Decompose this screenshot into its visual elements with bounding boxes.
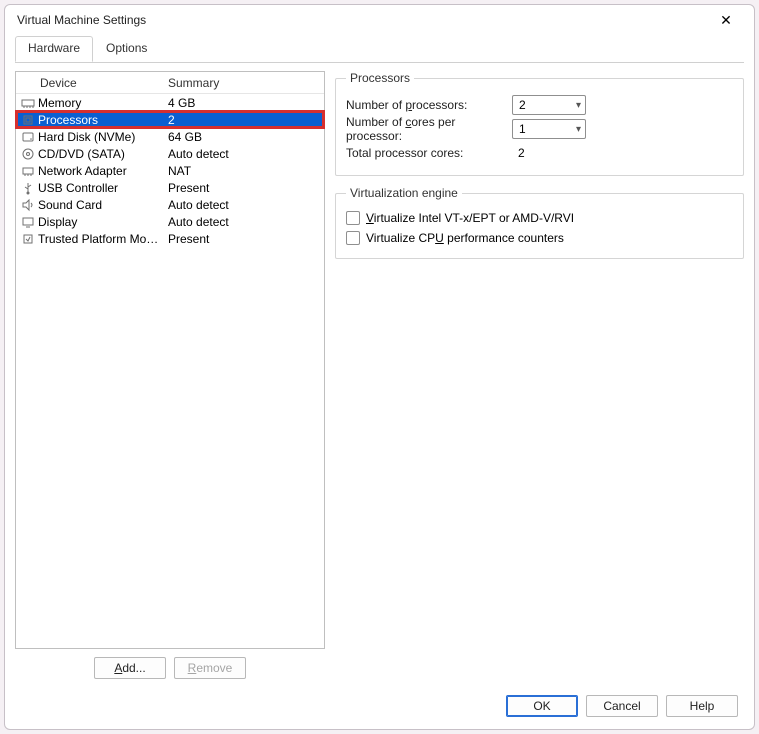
window-title: Virtual Machine Settings	[17, 13, 146, 27]
virtualization-group: Virtualization engine Virtualize Intel V…	[335, 186, 744, 259]
device-name: Sound Card	[36, 198, 164, 212]
vm-settings-window: Virtual Machine Settings ✕ Hardware Opti…	[4, 4, 755, 730]
memory-icon	[20, 96, 36, 110]
cancel-button[interactable]: Cancel	[586, 695, 658, 717]
device-summary: Auto detect	[164, 215, 324, 229]
remove-button[interactable]: Remove	[174, 657, 246, 679]
tab-hardware[interactable]: Hardware	[15, 36, 93, 62]
device-name: Hard Disk (NVMe)	[36, 130, 164, 144]
device-name: Display	[36, 215, 164, 229]
tpm-icon	[20, 232, 36, 246]
num-processors-value: 2	[519, 98, 526, 112]
device-row-display[interactable]: DisplayAuto detect	[16, 213, 324, 230]
device-name: Trusted Platform Mo…	[36, 232, 164, 246]
disc-icon	[20, 147, 36, 161]
device-row-processors[interactable]: Processors2	[16, 111, 324, 128]
header-summary[interactable]: Summary	[164, 72, 324, 94]
device-row-usb-controller[interactable]: USB ControllerPresent	[16, 179, 324, 196]
device-name: Network Adapter	[36, 164, 164, 178]
processors-legend: Processors	[346, 71, 414, 85]
device-name: CD/DVD (SATA)	[36, 147, 164, 161]
device-summary: 4 GB	[164, 96, 324, 110]
virtualization-legend: Virtualization engine	[346, 186, 462, 200]
cpu-icon	[20, 113, 36, 127]
cores-per-processor-value: 1	[519, 122, 526, 136]
vtx-label[interactable]: Virtualize Intel VT-x/EPT or AMD-V/RVI	[366, 211, 574, 225]
list-buttons: Add... Remove	[15, 649, 325, 679]
nic-icon	[20, 164, 36, 178]
device-summary: Auto detect	[164, 198, 324, 212]
device-name: Processors	[36, 113, 164, 127]
device-row-network-adapter[interactable]: Network AdapterNAT	[16, 162, 324, 179]
device-row-trusted-platform-mo[interactable]: Trusted Platform Mo…Present	[16, 230, 324, 247]
close-icon: ✕	[720, 13, 732, 27]
help-button[interactable]: Help	[666, 695, 738, 717]
num-processors-label: Number of processors:	[346, 98, 506, 112]
tabstrip: Hardware Options	[5, 35, 754, 62]
device-summary: Present	[164, 232, 324, 246]
right-panel: Processors Number of processors: 2 ▾ Num…	[335, 71, 744, 679]
device-row-sound-card[interactable]: Sound CardAuto detect	[16, 196, 324, 213]
processors-group: Processors Number of processors: 2 ▾ Num…	[335, 71, 744, 176]
device-summary: NAT	[164, 164, 324, 178]
hdd-icon	[20, 130, 36, 144]
device-summary: 64 GB	[164, 130, 324, 144]
perf-counters-label[interactable]: Virtualize CPU performance counters	[366, 231, 564, 245]
chevron-down-icon: ▾	[576, 100, 581, 111]
device-list-header: Device Summary	[16, 72, 324, 94]
sound-icon	[20, 198, 36, 212]
content-area: Device Summary Memory4 GBProcessors2Hard…	[5, 63, 754, 687]
device-list[interactable]: Device Summary Memory4 GBProcessors2Hard…	[15, 71, 325, 649]
device-row-memory[interactable]: Memory4 GB	[16, 94, 324, 111]
device-name: USB Controller	[36, 181, 164, 195]
left-panel: Device Summary Memory4 GBProcessors2Hard…	[15, 71, 325, 679]
tab-options[interactable]: Options	[93, 36, 160, 62]
add-button[interactable]: Add...	[94, 657, 166, 679]
display-icon	[20, 215, 36, 229]
dialog-footer: OK Cancel Help	[5, 687, 754, 729]
ok-button[interactable]: OK	[506, 695, 578, 717]
close-button[interactable]: ✕	[704, 6, 748, 34]
perf-counters-checkbox[interactable]	[346, 231, 360, 245]
device-summary: Auto detect	[164, 147, 324, 161]
num-processors-select[interactable]: 2 ▾	[512, 95, 586, 115]
device-summary: Present	[164, 181, 324, 195]
cores-per-processor-select[interactable]: 1 ▾	[512, 119, 586, 139]
device-summary: 2	[164, 113, 324, 127]
vtx-checkbox[interactable]	[346, 211, 360, 225]
header-device[interactable]: Device	[36, 72, 164, 94]
total-cores-label: Total processor cores:	[346, 146, 506, 160]
device-name: Memory	[36, 96, 164, 110]
cores-per-processor-label: Number of cores per processor:	[346, 115, 506, 143]
total-cores-value: 2	[512, 146, 525, 160]
titlebar: Virtual Machine Settings ✕	[5, 5, 754, 35]
device-row-cd-dvd-sata[interactable]: CD/DVD (SATA)Auto detect	[16, 145, 324, 162]
chevron-down-icon: ▾	[576, 124, 581, 135]
device-row-hard-disk-nvme[interactable]: Hard Disk (NVMe)64 GB	[16, 128, 324, 145]
usb-icon	[20, 181, 36, 195]
